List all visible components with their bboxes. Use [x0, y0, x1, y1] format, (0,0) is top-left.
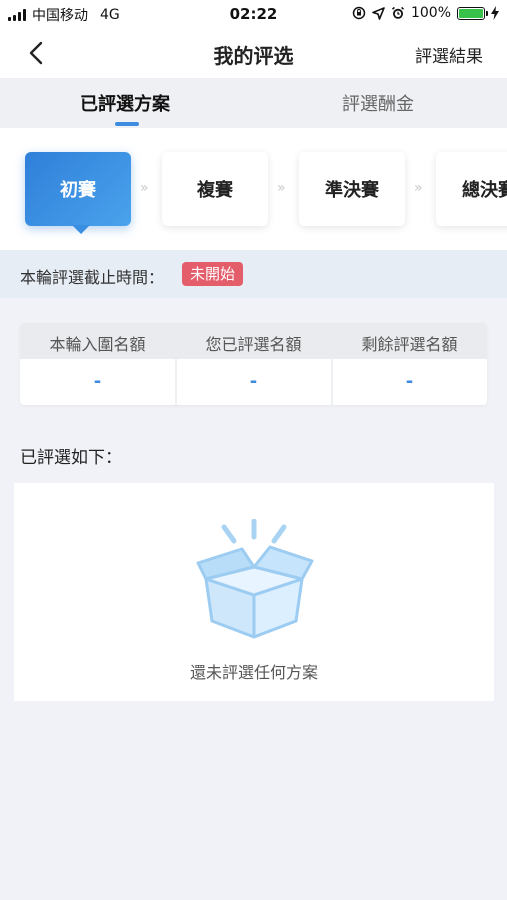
status-right: 100% [352, 5, 499, 21]
stage-label: 複賽 [197, 180, 233, 201]
quota-value-shortlist: - [93, 371, 102, 392]
battery-icon [457, 6, 488, 20]
orientation-lock-icon [352, 6, 366, 20]
open-box-icon [196, 519, 314, 639]
tab-bar: 已評選方案 評選酬金 [0, 78, 507, 128]
stage-second-round[interactable]: 複賽 [162, 152, 268, 226]
deadline-label: 本輪評選截止時間： [20, 268, 165, 287]
quota-value-remaining: - [405, 371, 414, 392]
status-badge: 未開始 [182, 262, 244, 286]
quota-table: 本輪入圍名額 您已評選名額 剩餘評選名額 - - - [20, 323, 487, 405]
tab-active-indicator [115, 122, 139, 126]
stage-final[interactable]: 總決賽 [436, 152, 507, 226]
quota-header-used: 您已評選名額 [205, 335, 302, 354]
network-label: 4G [100, 7, 120, 23]
stage-label: 初賽 [60, 180, 96, 201]
signal-icon [8, 9, 26, 21]
selected-section-title: 已評選如下： [20, 448, 122, 468]
location-icon [372, 6, 385, 20]
status-left: 中国移动 4G [8, 5, 120, 25]
stage-label: 總決賽 [462, 180, 507, 201]
quota-value-used: - [249, 371, 258, 392]
quota-header-remaining: 剩餘評選名額 [361, 335, 458, 354]
results-button[interactable]: 評選結果 [415, 42, 483, 67]
deadline-bar: 本輪評選截止時間： 未開始 [0, 250, 507, 298]
battery-percent: 100% [410, 5, 451, 21]
stage-preliminary[interactable]: 初賽 [25, 152, 131, 234]
chevron-right-icon: » [414, 180, 422, 196]
stage-semifinal[interactable]: 準決賽 [299, 152, 405, 226]
charging-bolt-icon [491, 6, 499, 20]
chevron-right-icon: » [140, 180, 148, 196]
stage-pointer [72, 225, 90, 234]
round-stepper: 初賽 » 複賽 » 準決賽 » 總決賽 [0, 128, 507, 250]
carrier-label: 中国移动 [32, 8, 88, 24]
quota-header-shortlist: 本輪入圍名額 [49, 335, 146, 354]
chevron-left-icon [29, 41, 43, 65]
stage-label: 準決賽 [325, 180, 379, 201]
status-bar: 中国移动 4G 02:22 100% [0, 0, 507, 28]
empty-state-text: 還未評選任何方案 [189, 663, 318, 682]
back-button[interactable] [22, 38, 52, 68]
tab-selected-proposals[interactable]: 已評選方案 [80, 90, 170, 116]
alarm-icon [391, 6, 405, 19]
empty-state-card: 還未評選任何方案 [14, 483, 494, 701]
tab-judging-fee[interactable]: 評選酬金 [342, 90, 414, 116]
chevron-right-icon: » [277, 180, 285, 196]
nav-bar: 我的评选 評選結果 [0, 28, 507, 78]
